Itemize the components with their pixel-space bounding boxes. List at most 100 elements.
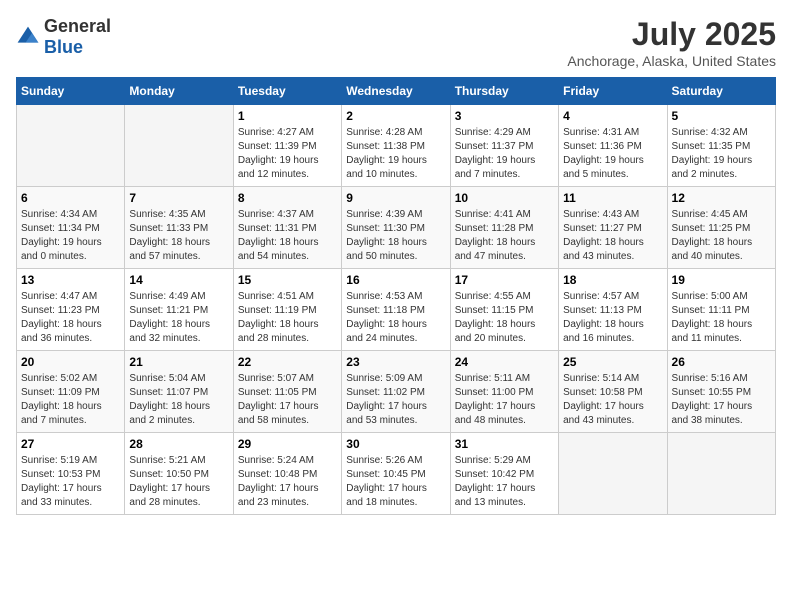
calendar-week-1: 1 Sunrise: 4:27 AM Sunset: 11:39 PM Dayli… [17,105,776,187]
day-detail: Sunrise: 4:57 AM Sunset: 11:13 PM Daylig… [563,290,662,346]
calendar-cell: 13 Sunrise: 4:47 AM Sunset: 11:23 PM Dayl… [17,269,125,351]
day-detail: Sunrise: 4:45 AM Sunset: 11:25 PM Daylig… [672,208,771,264]
day-number: 18 [563,273,662,287]
calendar-cell: 15Sunrise: 4:51 AM Sunset: 11:19 PM Dayl… [233,269,341,351]
calendar-cell: 14 Sunrise: 4:49 AM Sunset: 11:21 PM Dayl… [125,269,233,351]
calendar-cell [125,105,233,187]
calendar-cell: 18 Sunrise: 4:57 AM Sunset: 11:13 PM Dayl… [559,269,667,351]
calendar-cell: 31Sunrise: 5:29 AM Sunset: 10:42 PM Dayl… [450,433,558,515]
day-detail: Sunrise: 4:35 AM Sunset: 11:33 PM Daylig… [129,208,228,264]
calendar-cell: 2Sunrise: 4:28 AM Sunset: 11:38 PM Dayli… [342,105,450,187]
day-number: 13 [21,273,120,287]
day-number: 20 [21,355,120,369]
logo: General Blue [16,16,111,58]
day-number: 5 [672,109,771,123]
day-number: 3 [455,109,554,123]
calendar-cell: 7 Sunrise: 4:35 AM Sunset: 11:33 PM Dayli… [125,187,233,269]
calendar-cell: 6 Sunrise: 4:34 AM Sunset: 11:34 PM Dayli… [17,187,125,269]
calendar-cell: 16 Sunrise: 4:53 AM Sunset: 11:18 PM Dayl… [342,269,450,351]
day-number: 16 [346,273,445,287]
day-number: 19 [672,273,771,287]
calendar-cell: 1 Sunrise: 4:27 AM Sunset: 11:39 PM Dayli… [233,105,341,187]
day-number: 28 [129,437,228,451]
day-detail: Sunrise: 5:02 AM Sunset: 11:09 PM Daylig… [21,372,120,428]
day-detail: Sunrise: 5:21 AM Sunset: 10:50 PM Daylig… [129,454,228,510]
day-number: 25 [563,355,662,369]
day-detail: Sunrise: 4:32 AM Sunset: 11:35 PM Daylig… [672,126,771,182]
day-detail: Sunrise: 4:39 AM Sunset: 11:30 PM Daylig… [346,208,445,264]
day-number: 29 [238,437,337,451]
day-number: 8 [238,191,337,205]
calendar-table: SundayMondayTuesdayWednesdayThursdayFrid… [16,77,776,515]
day-number: 12 [672,191,771,205]
calendar-cell: 5 Sunrise: 4:32 AM Sunset: 11:35 PM Dayli… [667,105,775,187]
day-detail: Sunrise: 5:26 AM Sunset: 10:45 PM Daylig… [346,454,445,510]
calendar-cell [17,105,125,187]
day-detail: Sunrise: 5:19 AM Sunset: 10:53 PM Daylig… [21,454,120,510]
calendar-week-4: 20 Sunrise: 5:02 AM Sunset: 11:09 PM Dayl… [17,351,776,433]
day-detail: Sunrise: 4:29 AM Sunset: 11:37 PM Daylig… [455,126,554,182]
calendar-cell: 12 Sunrise: 4:45 AM Sunset: 11:25 PM Dayl… [667,187,775,269]
calendar-cell: 10Sunrise: 4:41 AM Sunset: 11:28 PM Dayl… [450,187,558,269]
weekday-sunday: Sunday [17,78,125,105]
day-number: 22 [238,355,337,369]
day-detail: Sunrise: 4:47 AM Sunset: 11:23 PM Daylig… [21,290,120,346]
day-detail: Sunrise: 5:24 AM Sunset: 10:48 PM Daylig… [238,454,337,510]
day-number: 6 [21,191,120,205]
day-detail: Sunrise: 5:14 AM Sunset: 10:58 PM Daylig… [563,372,662,428]
weekday-tuesday: Tuesday [233,78,341,105]
calendar-cell: 26Sunrise: 5:16 AM Sunset: 10:55 PM Dayl… [667,351,775,433]
day-detail: Sunrise: 4:43 AM Sunset: 11:27 PM Daylig… [563,208,662,264]
calendar-cell: 8 Sunrise: 4:37 AM Sunset: 11:31 PM Dayli… [233,187,341,269]
day-number: 1 [238,109,337,123]
day-number: 30 [346,437,445,451]
weekday-header-row: SundayMondayTuesdayWednesdayThursdayFrid… [17,78,776,105]
day-number: 24 [455,355,554,369]
day-number: 21 [129,355,228,369]
day-number: 7 [129,191,228,205]
day-number: 9 [346,191,445,205]
day-detail: Sunrise: 4:27 AM Sunset: 11:39 PM Daylig… [238,126,337,182]
day-detail: Sunrise: 5:09 AM Sunset: 11:02 PM Daylig… [346,372,445,428]
day-number: 2 [346,109,445,123]
day-detail: Sunrise: 4:49 AM Sunset: 11:21 PM Daylig… [129,290,228,346]
day-number: 4 [563,109,662,123]
weekday-friday: Friday [559,78,667,105]
calendar-cell: 29 Sunrise: 5:24 AM Sunset: 10:48 PM Dayl… [233,433,341,515]
title-block: July 2025 Anchorage, Alaska, United Stat… [567,16,776,69]
location-text: Anchorage, Alaska, United States [567,53,776,69]
calendar-header: SundayMondayTuesdayWednesdayThursdayFrid… [17,78,776,105]
calendar-cell: 19Sunrise: 5:00 AM Sunset: 11:11 PM Dayl… [667,269,775,351]
day-detail: Sunrise: 4:55 AM Sunset: 11:15 PM Daylig… [455,290,554,346]
day-detail: Sunrise: 5:04 AM Sunset: 11:07 PM Daylig… [129,372,228,428]
logo-text: General Blue [44,16,111,58]
calendar-cell: 17Sunrise: 4:55 AM Sunset: 11:15 PM Dayl… [450,269,558,351]
weekday-saturday: Saturday [667,78,775,105]
weekday-monday: Monday [125,78,233,105]
calendar-cell: 4Sunrise: 4:31 AM Sunset: 11:36 PM Dayli… [559,105,667,187]
calendar-cell: 21 Sunrise: 5:04 AM Sunset: 11:07 PM Dayl… [125,351,233,433]
calendar-cell: 22Sunrise: 5:07 AM Sunset: 11:05 PM Dayl… [233,351,341,433]
day-detail: Sunrise: 4:34 AM Sunset: 11:34 PM Daylig… [21,208,120,264]
day-number: 27 [21,437,120,451]
day-detail: Sunrise: 4:37 AM Sunset: 11:31 PM Daylig… [238,208,337,264]
calendar-week-2: 6 Sunrise: 4:34 AM Sunset: 11:34 PM Dayli… [17,187,776,269]
calendar-cell: 28 Sunrise: 5:21 AM Sunset: 10:50 PM Dayl… [125,433,233,515]
calendar-cell: 27 Sunrise: 5:19 AM Sunset: 10:53 PM Dayl… [17,433,125,515]
day-detail: Sunrise: 4:53 AM Sunset: 11:18 PM Daylig… [346,290,445,346]
day-number: 15 [238,273,337,287]
day-number: 26 [672,355,771,369]
day-number: 10 [455,191,554,205]
calendar-cell [559,433,667,515]
calendar-week-3: 13 Sunrise: 4:47 AM Sunset: 11:23 PM Dayl… [17,269,776,351]
day-number: 14 [129,273,228,287]
calendar-cell: 23Sunrise: 5:09 AM Sunset: 11:02 PM Dayl… [342,351,450,433]
day-number: 11 [563,191,662,205]
logo-icon [16,25,40,49]
calendar-cell: 30 Sunrise: 5:26 AM Sunset: 10:45 PM Dayl… [342,433,450,515]
day-number: 31 [455,437,554,451]
logo-blue: Blue [44,37,83,57]
month-year-title: July 2025 [567,16,776,53]
calendar-week-5: 27 Sunrise: 5:19 AM Sunset: 10:53 PM Dayl… [17,433,776,515]
calendar-cell [667,433,775,515]
